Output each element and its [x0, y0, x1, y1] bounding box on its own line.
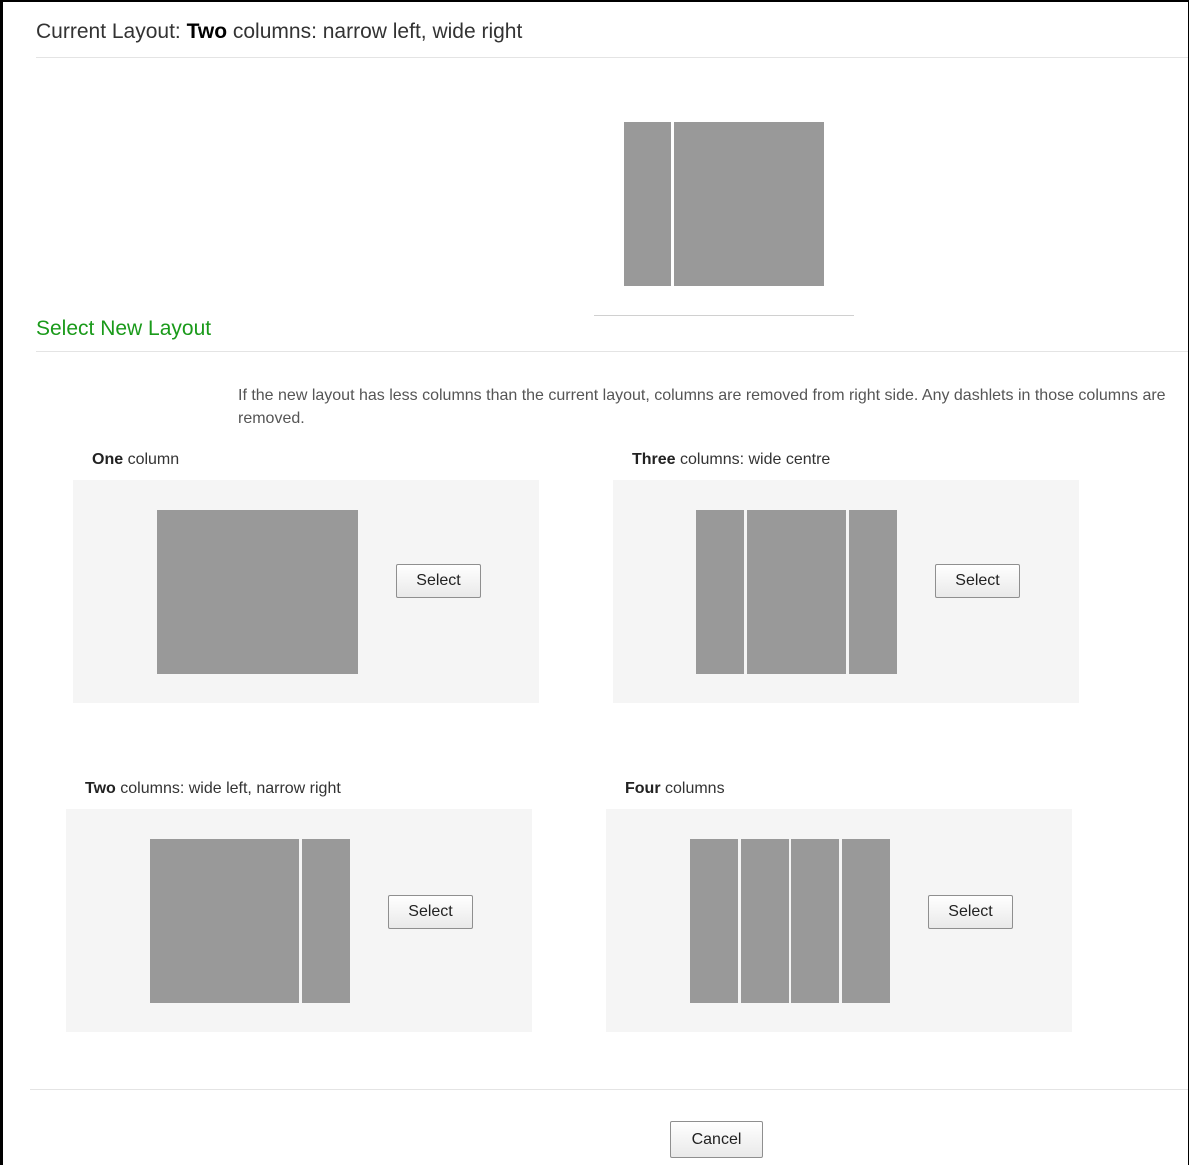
- option-label-rest: columns: wide centre: [680, 451, 831, 468]
- option-label-bold: Two: [85, 780, 116, 797]
- current-layout-bold: Two: [186, 20, 228, 43]
- option-panel-one-column: Select: [73, 480, 539, 703]
- layout-column: [849, 510, 897, 674]
- select-new-layout-heading: Select New Layout: [36, 317, 212, 340]
- layout-column: [696, 510, 744, 674]
- info-text: If the new layout has less columns than …: [238, 387, 1166, 427]
- option-label-two-columns: Two columns: wide left, narrow right: [85, 780, 341, 798]
- option-label-three-columns: Three columns: wide centre: [632, 451, 830, 469]
- layout-column: [842, 839, 890, 1003]
- select-four-columns-button[interactable]: Select: [928, 895, 1013, 929]
- layout-column: [302, 839, 350, 1003]
- option-label-bold: Three: [632, 451, 676, 468]
- select-one-column-button[interactable]: Select: [396, 564, 481, 598]
- cancel-button[interactable]: Cancel: [670, 1121, 763, 1158]
- layout-column: [150, 839, 299, 1003]
- option-label-four-columns: Four columns: [625, 780, 725, 798]
- current-layout-heading: Current Layout: Two columns: narrow left…: [36, 20, 522, 44]
- current-layout-prefix: Current Layout:: [36, 20, 181, 43]
- layout-column: [747, 510, 846, 674]
- current-layout-rest: columns: narrow left, wide right: [232, 20, 523, 43]
- option-panel-two-columns: Select: [66, 809, 532, 1032]
- layout-column: [791, 839, 839, 1003]
- layout-column: [157, 510, 358, 674]
- preview-narrow-column: [624, 122, 671, 286]
- option-panel-four-columns: Select: [606, 809, 1072, 1032]
- option-panel-three-columns: Select: [613, 480, 1079, 703]
- select-three-columns-button[interactable]: Select: [935, 564, 1020, 598]
- select-divider: [36, 351, 1188, 352]
- layout-column: [690, 839, 738, 1003]
- option-label-rest: columns: [665, 780, 725, 797]
- option-label-bold: Four: [625, 780, 661, 797]
- footer-divider: [30, 1089, 1188, 1090]
- header-divider: [36, 57, 1188, 58]
- option-label-rest: columns: wide left, narrow right: [120, 780, 341, 797]
- select-two-columns-button[interactable]: Select: [388, 895, 473, 929]
- preview-divider: [594, 315, 854, 316]
- option-label-bold: One: [92, 451, 124, 468]
- option-label-one-column: One column: [92, 451, 179, 469]
- option-label-rest: column: [127, 451, 180, 468]
- layout-column: [741, 839, 789, 1003]
- preview-wide-column: [674, 122, 824, 286]
